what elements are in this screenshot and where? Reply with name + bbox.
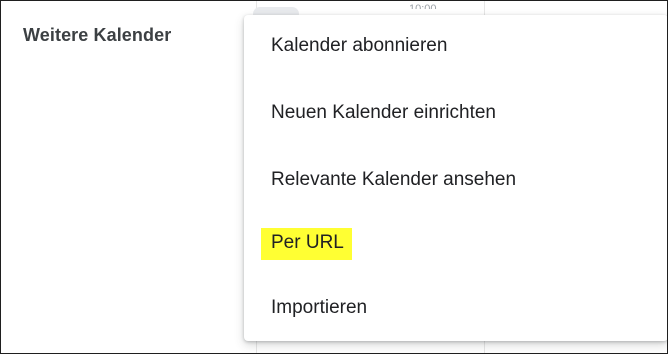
menu-item-import[interactable]: Importieren <box>244 277 667 339</box>
menu-item-label-highlighted: Per URL <box>261 228 352 260</box>
menu-item-create-calendar[interactable]: Neuen Kalender einrichten <box>244 82 667 144</box>
menu-item-label: Relevante Kalender ansehen <box>271 169 517 190</box>
background-time-label: 10:00 <box>409 4 437 9</box>
add-calendar-menu: Kalender abonnieren Neuen Kalender einri… <box>244 15 667 341</box>
menu-item-from-url[interactable]: Per URL <box>244 213 667 275</box>
screenshot-frame: 10:00 Weitere Kalender Kalender abonnier… <box>0 0 668 354</box>
menu-item-label: Kalender abonnieren <box>271 35 448 56</box>
menu-item-label: Importieren <box>271 297 368 318</box>
menu-item-browse-calendars[interactable]: Relevante Kalender ansehen <box>244 149 667 211</box>
menu-item-subscribe-calendar[interactable]: Kalender abonnieren <box>244 15 667 77</box>
menu-item-label: Neuen Kalender einrichten <box>271 102 496 123</box>
other-calendars-heading: Weitere Kalender <box>23 25 172 45</box>
